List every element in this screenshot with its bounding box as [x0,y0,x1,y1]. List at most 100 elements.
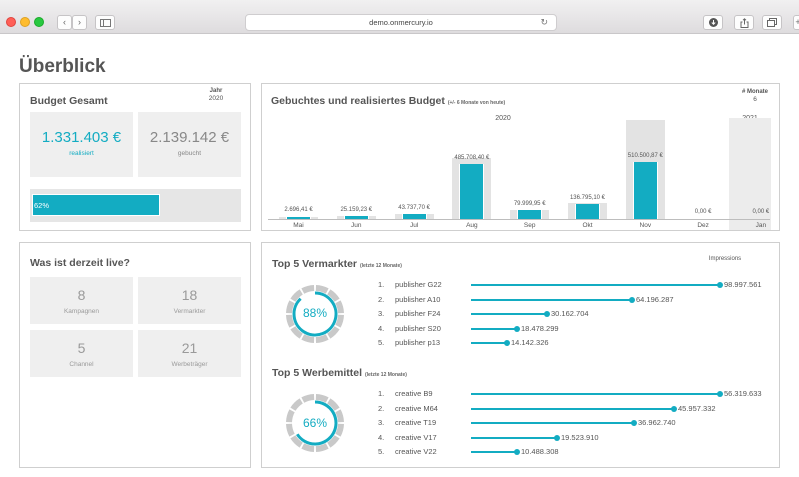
realized-label: realisiert [69,150,94,157]
year-value: 2020 [208,95,224,102]
stat-vermarkter[interactable]: 18 Vermarkter [138,277,241,324]
stat-label: Channel [69,361,94,368]
rank-dot [671,405,677,412]
kpi-booked: 2.139.142 € gebucht [138,112,241,177]
chevron-right-icon: › [78,17,81,27]
share-icon [740,18,748,28]
rank-index: 1. [378,280,385,289]
realized-bar-aug[interactable] [459,164,485,219]
months-filter[interactable]: # Monate 6 [740,89,770,103]
minimize-window-button[interactable] [20,17,30,27]
browser-toolbar: ‹ › demo.onmercury.io ↻ + [0,0,799,34]
rank-name: publisher A10 [395,294,441,304]
rank-bar [471,298,632,301]
rank-name: creative T19 [395,418,437,427]
budget-chart-title-text: Gebuchtes und realisiertes Budget [271,95,445,107]
year-2020-label: 2020 [495,115,511,122]
realized-bar-okt[interactable] [575,203,600,219]
stat-label: Kampagnen [63,308,100,315]
rank-bar [471,313,547,315]
year-filter[interactable]: Jahr 2020 [204,88,228,102]
rank-dot [554,434,560,441]
budget-progress-bar: 62% [30,189,241,222]
new-tab-button[interactable]: + [793,15,799,30]
month-tick-label: Okt [582,222,593,229]
bar-value-label: 485.708,40 € [454,155,490,162]
realized-value: 1.331.403 € [41,129,122,146]
rank-index: 4. [378,323,385,333]
bar-value-label: 43.737,70 € [398,205,430,212]
live-title: Was ist derzeit live? [30,257,130,269]
month-tick-label: Jan [755,222,767,229]
sidebar-toggle-button[interactable] [95,15,115,30]
rank-value: 45.957.332 [678,403,716,413]
realized-bar-sep[interactable] [517,210,543,219]
rank-dot [544,311,550,317]
rank-index: 5. [378,338,385,347]
rank-dot [631,420,637,426]
rank-value: 36.962.740 [638,418,676,427]
rank-index: 5. [378,447,385,456]
top-werbemittel-title-text: Top 5 Werbemittel [272,367,363,379]
bar-value-label: 0,00 € [752,209,770,215]
rank-bar [471,284,720,286]
rank-value: 56.319.633 [724,389,762,398]
months-value: 6 [753,96,757,103]
month-tick-label: Dez [697,222,709,229]
rank-dot [629,296,635,303]
realized-bar-nov[interactable] [632,161,658,219]
close-window-button[interactable] [6,17,16,27]
impressions-label: Impressions [708,256,742,262]
stat-kampagnen[interactable]: 8 Kampagnen [30,277,133,324]
month-tick-label: Mai [293,222,304,229]
reload-icon[interactable]: ↻ [540,15,548,30]
months-label: # Monate [741,89,768,95]
month-tick-label: Aug [466,222,478,229]
stat-channel[interactable]: 5 Channel [30,330,133,377]
stat-value: 5 [77,340,86,356]
bar-value-label: 136.795,10 € [569,194,606,201]
page-title: Überblick [19,56,106,77]
rank-bar [471,342,507,344]
rank-bar [471,451,517,453]
downloads-button[interactable] [703,15,723,30]
rank-index: 3. [378,418,385,427]
month-tick-label: Sep [523,222,536,229]
back-button[interactable]: ‹ [57,15,72,30]
share-button[interactable] [734,15,754,30]
top-vermarkter-title: Top 5 Vermarkter (letzte 12 Monate) [272,258,402,270]
address-bar[interactable]: demo.onmercury.io ↻ [245,14,557,31]
rank-bar [471,436,557,439]
top-vermarkter-title-text: Top 5 Vermarkter [272,258,358,270]
forward-button[interactable]: › [72,15,87,30]
download-icon [708,18,718,27]
rank-name: publisher S20 [395,323,441,333]
rank-name: publisher F24 [395,309,441,318]
kpi-realized: 1.331.403 € realisiert [30,112,133,177]
rank-bar [471,393,720,395]
zoom-window-button[interactable] [34,17,44,27]
rank-dot [717,391,723,397]
rank-value: 14.142.326 [511,338,549,347]
rank-index: 3. [378,309,385,318]
top-werbemittel-title: Top 5 Werbemittel (letzte 12 Monate) [272,367,407,379]
budget-title: Budget Gesamt [30,95,108,107]
booked-value: 2.139.142 € [149,129,230,146]
sidebar-icon [99,19,111,27]
bar-value-label: 510.500,87 € [627,152,663,159]
stat-value: 18 [181,287,198,303]
rank-name: publisher G22 [395,280,442,289]
tabs-overview-button[interactable] [762,15,782,30]
rank-name: publisher p13 [395,338,441,347]
budget-progress-text: 62% [34,201,50,210]
rank-value: 30.162.704 [551,309,589,318]
rank-index: 1. [378,389,385,398]
stat-werbetraeger[interactable]: 21 Werbeträger [138,330,241,377]
booked-label: gebucht [177,150,202,157]
rank-value: 98.997.561 [724,280,762,289]
chevron-left-icon: ‹ [63,17,66,27]
url-text: demo.onmercury.io [369,18,433,27]
werbemittel-gauge-text: 66% [302,416,328,430]
plus-icon: + [795,17,799,27]
budget-progress-fill [32,194,160,216]
